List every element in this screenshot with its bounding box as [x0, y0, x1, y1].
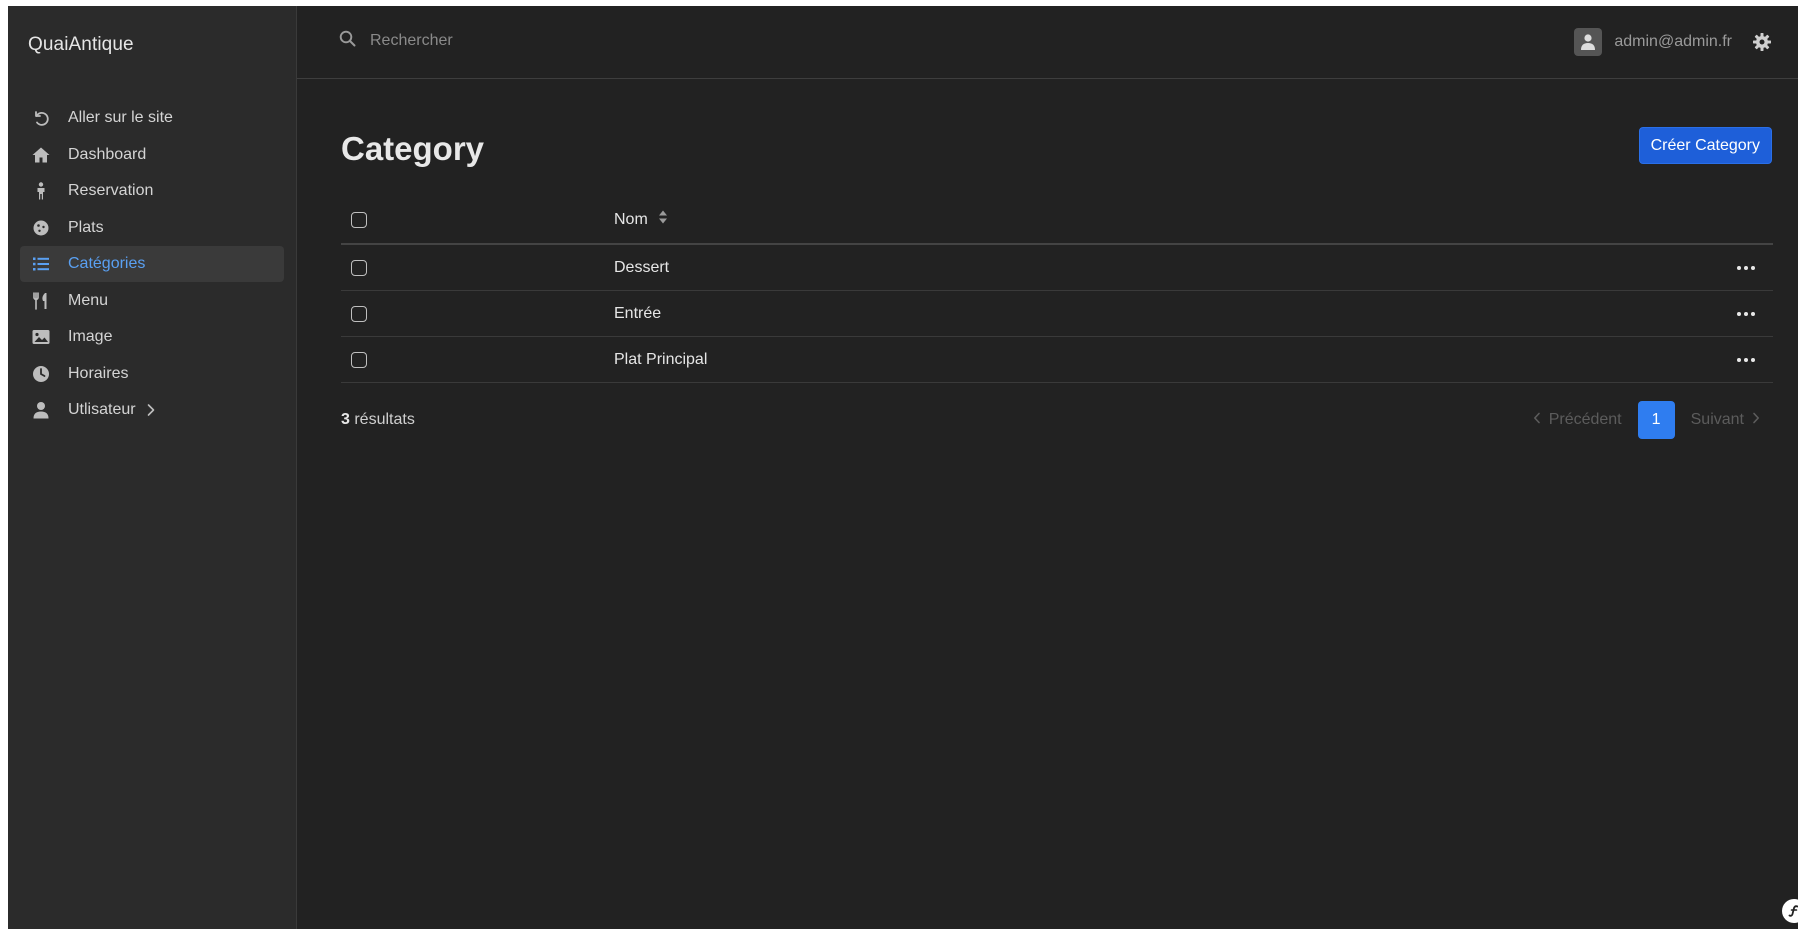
sidebar-nav: Aller sur le site Dashboard Reservation … — [20, 100, 284, 429]
sidebar-item-categories[interactable]: Catégories — [20, 246, 284, 282]
sidebar-item-horaires[interactable]: Horaires — [20, 356, 284, 392]
undo-icon — [30, 108, 52, 128]
sidebar-item-dashboard[interactable]: Dashboard — [20, 137, 284, 173]
sidebar-item-label: Catégories — [68, 255, 146, 272]
sidebar-item-menu[interactable]: Menu — [20, 283, 284, 319]
category-table: Nom Dessert Entrée Plat Principal — [341, 196, 1773, 383]
pagination-previous[interactable]: Précédent — [1533, 411, 1622, 429]
avatar[interactable] — [1574, 28, 1603, 56]
table-row: Entrée — [341, 291, 1773, 337]
results-count: 3 résultats — [341, 411, 415, 429]
chevron-right-icon — [146, 403, 156, 417]
sidebar: QuaiAntique Aller sur le site Dashboard … — [8, 6, 297, 929]
utensils-icon — [30, 291, 52, 311]
sidebar-item-label: Aller sur le site — [68, 109, 173, 126]
table-header: Nom — [341, 196, 1773, 245]
sidebar-item-label: Menu — [68, 291, 109, 309]
chevron-right-icon — [1752, 411, 1760, 429]
sort-icon[interactable] — [658, 209, 668, 230]
pagination: Précédent 1 Suivant — [1533, 401, 1760, 439]
sidebar-item-label: Utlisateur — [68, 401, 136, 418]
user-menu[interactable]: admin@admin.fr — [1574, 28, 1772, 56]
pagination-current-page[interactable]: 1 — [1637, 401, 1675, 439]
pagination-next[interactable]: Suivant — [1691, 411, 1760, 429]
sidebar-item-label: Dashboard — [68, 145, 147, 163]
pagination-previous-label: Précédent — [1548, 411, 1622, 428]
cell-nom: Entrée — [614, 304, 662, 322]
more-actions-icon[interactable] — [1737, 306, 1755, 322]
table-row: Plat Principal — [341, 337, 1773, 383]
chevron-left-icon — [1533, 411, 1541, 429]
more-actions-icon[interactable] — [1737, 260, 1755, 276]
user-icon — [30, 400, 52, 420]
topbar: admin@admin.fr — [297, 6, 1798, 79]
row-checkbox[interactable] — [351, 259, 367, 276]
column-header-label: Nom — [614, 210, 648, 228]
sidebar-item-image[interactable]: Image — [20, 319, 284, 355]
results-label: résultats — [349, 411, 415, 428]
symfony-toolbar-icon[interactable] — [1782, 899, 1798, 923]
admin-window: QuaiAntique Aller sur le site Dashboard … — [8, 6, 1798, 929]
clock-icon — [30, 364, 52, 384]
image-icon — [30, 327, 52, 347]
select-all-checkbox[interactable] — [351, 211, 367, 228]
gear-icon[interactable] — [1752, 32, 1772, 52]
row-checkbox[interactable] — [351, 351, 367, 368]
search-bar — [339, 30, 672, 52]
more-actions-icon[interactable] — [1737, 352, 1755, 368]
page-title: Category — [341, 130, 485, 167]
sidebar-item-label: Reservation — [68, 182, 154, 199]
sidebar-item-label: Horaires — [68, 364, 129, 382]
row-checkbox[interactable] — [351, 305, 367, 322]
sidebar-item-aller-sur-le-site[interactable]: Aller sur le site — [20, 100, 284, 136]
create-category-button[interactable]: Créer Category — [1638, 127, 1772, 164]
table-row: Dessert — [341, 245, 1773, 291]
sidebar-item-label: Plats — [68, 218, 104, 236]
sidebar-item-utlisateur[interactable]: Utlisateur — [20, 392, 284, 428]
pagination-next-label: Suivant — [1690, 411, 1744, 428]
cell-nom: Dessert — [614, 258, 670, 276]
home-icon — [30, 145, 52, 165]
search-input[interactable] — [368, 31, 672, 51]
search-icon — [339, 30, 356, 52]
person-icon — [30, 181, 52, 201]
brand-logo[interactable]: QuaiAntique — [28, 34, 134, 56]
list-icon — [30, 254, 52, 274]
column-header-nom[interactable]: Nom — [614, 209, 668, 230]
user-email[interactable]: admin@admin.fr — [1614, 33, 1732, 51]
cookie-icon — [30, 218, 52, 238]
cell-nom: Plat Principal — [614, 350, 708, 368]
sidebar-item-reservation[interactable]: Reservation — [20, 173, 284, 209]
results-number: 3 — [341, 411, 350, 428]
sidebar-item-plats[interactable]: Plats — [20, 210, 284, 246]
sidebar-item-label: Image — [68, 328, 113, 345]
